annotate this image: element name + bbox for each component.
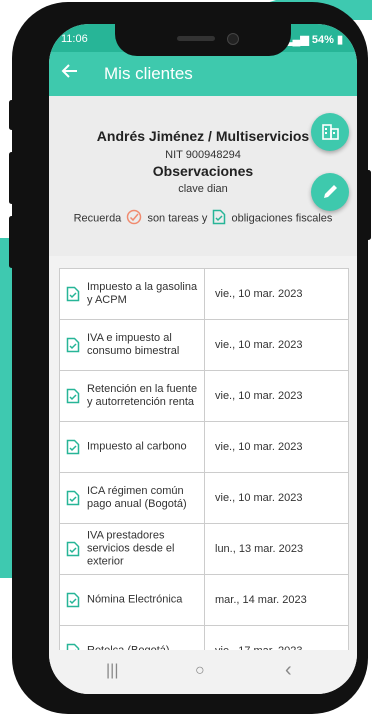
document-check-icon [66, 439, 80, 460]
obligation-date: mar., 14 mar. 2023 [215, 594, 307, 606]
obligation-cell: Impuesto al carbono [60, 422, 205, 472]
obligation-date: vie., 10 mar. 2023 [215, 441, 303, 453]
back-arrow-icon[interactable] [61, 62, 79, 84]
status-time: 11:06 [61, 33, 88, 45]
document-check-icon [66, 592, 80, 613]
table-row[interactable]: Retención en la fuente y autorretención … [60, 371, 348, 422]
home-button[interactable]: ○ [195, 662, 205, 680]
edit-button[interactable] [311, 173, 349, 211]
obligation-name: Retención en la fuente y autorretención … [87, 383, 198, 408]
document-check-icon [66, 541, 80, 562]
pencil-icon [324, 185, 337, 198]
phone-notch [115, 24, 291, 56]
table-row[interactable]: IVA e impuesto al consumo bimestral vie.,… [60, 320, 348, 371]
phone-side-button [9, 152, 14, 204]
obligation-name: ICA régimen común pago anual (Bogotá) [87, 485, 187, 510]
company-button[interactable] [311, 113, 349, 151]
obligation-cell: Retención en la fuente y autorretención … [60, 371, 205, 421]
document-check-icon [66, 388, 80, 409]
date-cell: vie., 10 mar. 2023 [205, 269, 348, 319]
obligation-date: vie., 10 mar. 2023 [215, 492, 303, 504]
building-icon [322, 124, 339, 140]
table-row[interactable]: Impuesto al carbono vie., 10 mar. 2023 [60, 422, 348, 473]
date-cell: vie., 10 mar. 2023 [205, 422, 348, 472]
table-row[interactable]: Nómina Electrónica mar., 14 mar. 2023 [60, 575, 348, 626]
obligation-cell: IVA prestadores servicios desde el exter… [60, 524, 205, 574]
date-cell: vie., 10 mar. 2023 [205, 371, 348, 421]
legend-tasks: son tareas y [147, 212, 208, 225]
obligation-cell: IVA e impuesto al consumo bimestral [60, 320, 205, 370]
task-check-icon [126, 209, 142, 228]
obligation-date: lun., 13 mar. 2023 [215, 543, 304, 555]
legend-prefix: Recuerda [73, 212, 122, 225]
android-nav-bar: ||| ○ ‹ [49, 650, 357, 694]
obligations-table: Impuesto a la gasolina y ACPM vie., 10 ma… [59, 268, 349, 677]
nav-back-button[interactable]: ‹ [285, 659, 292, 682]
phone-screen: 11:06 ▂▄▆ 54% ▮ Mis clientes Andrés Jimé… [49, 24, 357, 694]
obligation-date: vie., 10 mar. 2023 [215, 339, 303, 351]
table-row[interactable]: ICA régimen común pago anual (Bogotá) vie… [60, 473, 348, 524]
obligation-cell: ICA régimen común pago anual (Bogotá) [60, 473, 205, 523]
legend-obligations: obligaciones fiscales [231, 212, 333, 225]
obligation-name: Impuesto a la gasolina y ACPM [87, 281, 198, 306]
phone-side-button [366, 170, 371, 240]
obligation-name: Impuesto al carbono [87, 440, 187, 453]
status-battery: ▂▄▆ 54% ▮ [284, 34, 343, 46]
phone-frame: 11:06 ▂▄▆ 54% ▮ Mis clientes Andrés Jimé… [9, 2, 371, 714]
date-cell: vie., 10 mar. 2023 [205, 473, 348, 523]
table-row[interactable]: IVA prestadores servicios desde el exter… [60, 524, 348, 575]
document-check-icon [212, 209, 226, 228]
phone-side-button [9, 216, 14, 268]
document-check-icon [66, 286, 80, 307]
date-cell: lun., 13 mar. 2023 [205, 524, 348, 574]
date-cell: vie., 10 mar. 2023 [205, 320, 348, 370]
date-cell: mar., 14 mar. 2023 [205, 575, 348, 625]
obligation-name: IVA e impuesto al consumo bimestral [87, 332, 180, 357]
battery-icon: ▮ [336, 34, 343, 46]
phone-side-button [9, 100, 14, 130]
obligation-date: vie., 10 mar. 2023 [215, 390, 303, 402]
obligation-date: vie., 10 mar. 2023 [215, 288, 303, 300]
document-check-icon [66, 337, 80, 358]
app-bar: Mis clientes [49, 52, 357, 96]
legend: Recuerda son tareas y obligaciones fisca… [49, 209, 357, 228]
obligation-name: IVA prestadores servicios desde el exter… [87, 529, 175, 568]
obligation-cell: Nómina Electrónica [60, 575, 205, 625]
page-title: Mis clientes [104, 64, 193, 83]
obligation-name: Nómina Electrónica [87, 593, 183, 606]
obligation-cell: Impuesto a la gasolina y ACPM [60, 269, 205, 319]
table-row[interactable]: Impuesto a la gasolina y ACPM vie., 10 ma… [60, 269, 348, 320]
recents-button[interactable]: ||| [106, 662, 118, 680]
document-check-icon [66, 490, 80, 511]
